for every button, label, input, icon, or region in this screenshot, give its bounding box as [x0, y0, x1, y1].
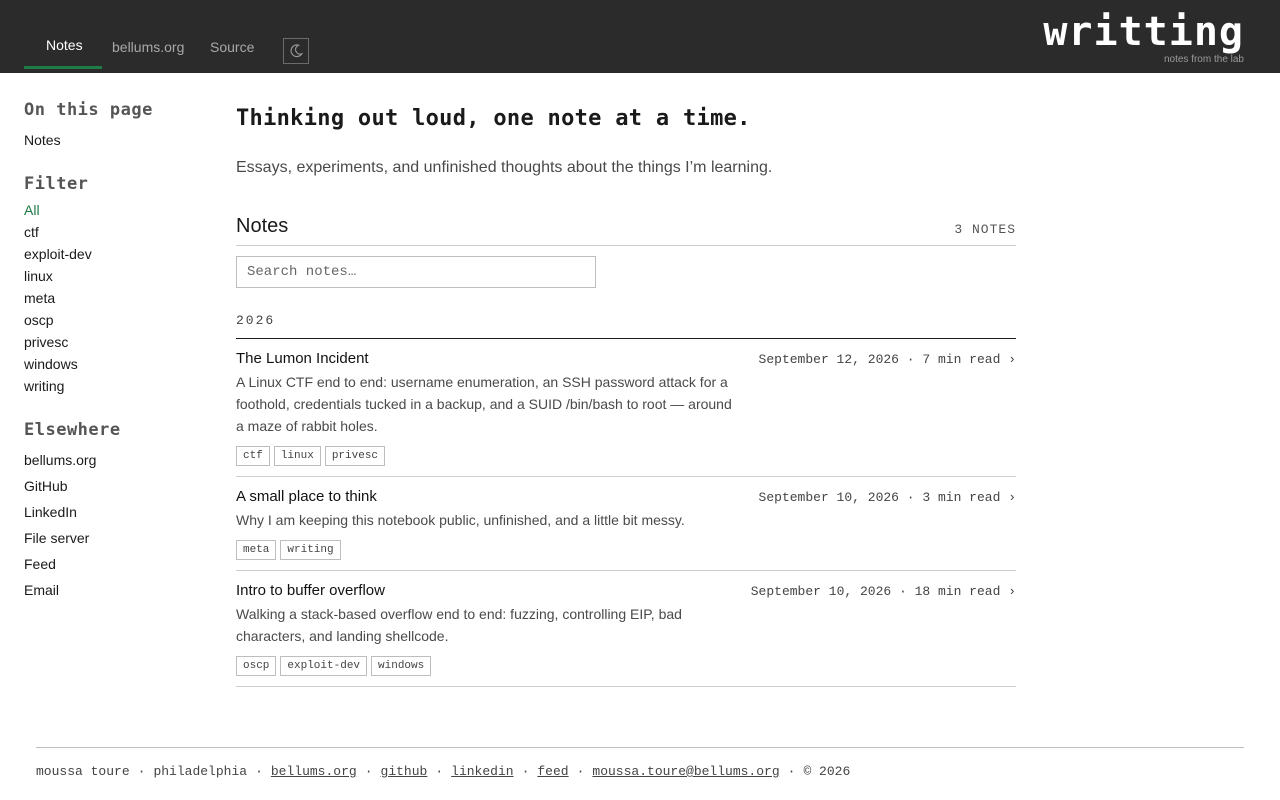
tab-source-label: Source	[210, 39, 255, 55]
divider	[236, 686, 1016, 687]
tab-bellums-label: bellums.org	[112, 39, 185, 55]
divider	[236, 245, 1016, 246]
year-heading: 2026	[236, 313, 276, 328]
note-meta[interactable]: September 12, 2026 · 7 min read ›	[759, 352, 1016, 367]
note-tags: ctf linux privesc	[236, 446, 386, 466]
filter-heading: Filter	[24, 174, 89, 194]
tag[interactable]: windows	[371, 656, 432, 676]
sidebar-item-notes[interactable]: Notes	[24, 132, 61, 148]
search-input[interactable]	[236, 256, 596, 288]
filter-privesc[interactable]: privesc	[24, 334, 68, 350]
tag[interactable]: ctf	[236, 446, 270, 466]
on-this-page-heading: On this page	[24, 100, 153, 120]
brand-tagline: notes from the lab	[1163, 54, 1244, 65]
link-linkedin[interactable]: LinkedIn	[24, 504, 77, 520]
tag[interactable]: meta	[236, 540, 277, 560]
note-title[interactable]: A small place to think	[236, 488, 377, 505]
tag[interactable]: linux	[273, 446, 321, 466]
footer-link-bellums[interactable]: bellums.org	[271, 764, 357, 779]
brand-name: writting	[1043, 9, 1244, 55]
page-title: Thinking out loud, one note at a time.	[236, 106, 751, 131]
link-file-server[interactable]: File server	[24, 530, 89, 546]
note-meta[interactable]: September 10, 2026 · 18 min read ›	[751, 584, 1016, 599]
footer-link-github[interactable]: github	[381, 764, 428, 779]
filter-meta[interactable]: meta	[24, 290, 55, 306]
footer-link-email[interactable]: moussa.toure@bellums.org	[592, 764, 779, 779]
link-bellums[interactable]: bellums.org	[24, 452, 96, 468]
page-subtitle: Essays, experiments, and unfinished thou…	[236, 159, 773, 176]
filter-linux[interactable]: linux	[24, 268, 53, 284]
filter-all[interactable]: All	[24, 202, 40, 218]
filter-exploit-dev[interactable]: exploit-dev	[24, 246, 92, 262]
active-tab-indicator	[24, 66, 102, 69]
note-meta[interactable]: September 10, 2026 · 3 min read ›	[759, 490, 1016, 505]
note-description: Why I am keeping this notebook public, u…	[236, 512, 685, 528]
footer-city: philadelphia	[153, 764, 248, 779]
brand: writting notes from the lab	[1043, 10, 1244, 66]
year-divider	[236, 338, 1016, 339]
footer-link-feed[interactable]: feed	[537, 764, 568, 779]
note-tags: oscp exploit-dev windows	[236, 656, 432, 676]
footer-link-linkedin[interactable]: linkedin	[451, 764, 513, 779]
filter-ctf[interactable]: ctf	[24, 224, 39, 240]
divider	[236, 476, 1016, 477]
note-tags: meta writing	[236, 540, 341, 560]
footer: moussa toure · philadelphia · bellums.org · gi…	[36, 764, 851, 779]
footer-copyright: © 2026	[803, 764, 851, 779]
link-email[interactable]: Email	[24, 582, 59, 598]
tag[interactable]: oscp	[236, 656, 277, 676]
note-title[interactable]: The Lumon Incident	[236, 350, 369, 367]
divider	[236, 570, 1016, 571]
note-title[interactable]: Intro to buffer overflow	[236, 582, 385, 599]
note-description: A Linux CTF end to end: username enumera…	[236, 374, 732, 434]
tag[interactable]: privesc	[324, 446, 386, 466]
tab-notes-label: Notes	[46, 37, 83, 53]
filter-windows[interactable]: windows	[24, 356, 78, 372]
note-description: Walking a stack-based overflow end to en…	[236, 606, 682, 644]
tag[interactable]: writing	[280, 540, 341, 560]
top-bar: Notes bellums.org Source writting notes …	[0, 0, 1280, 73]
moon-icon	[290, 44, 303, 58]
footer-name: moussa toure	[36, 764, 130, 779]
tab-notes[interactable]: Notes	[24, 0, 102, 69]
tag[interactable]: exploit-dev	[280, 656, 368, 676]
footer-divider	[36, 747, 1244, 748]
elsewhere-heading: Elsewhere	[24, 420, 121, 440]
filter-oscp[interactable]: oscp	[24, 312, 54, 328]
notes-count: 3 NOTES	[954, 222, 1016, 237]
filter-writing[interactable]: writing	[24, 378, 64, 394]
theme-toggle-button[interactable]	[283, 38, 309, 64]
notes-section-title: Notes	[236, 215, 289, 237]
link-github[interactable]: GitHub	[24, 478, 68, 494]
link-feed[interactable]: Feed	[24, 556, 56, 572]
